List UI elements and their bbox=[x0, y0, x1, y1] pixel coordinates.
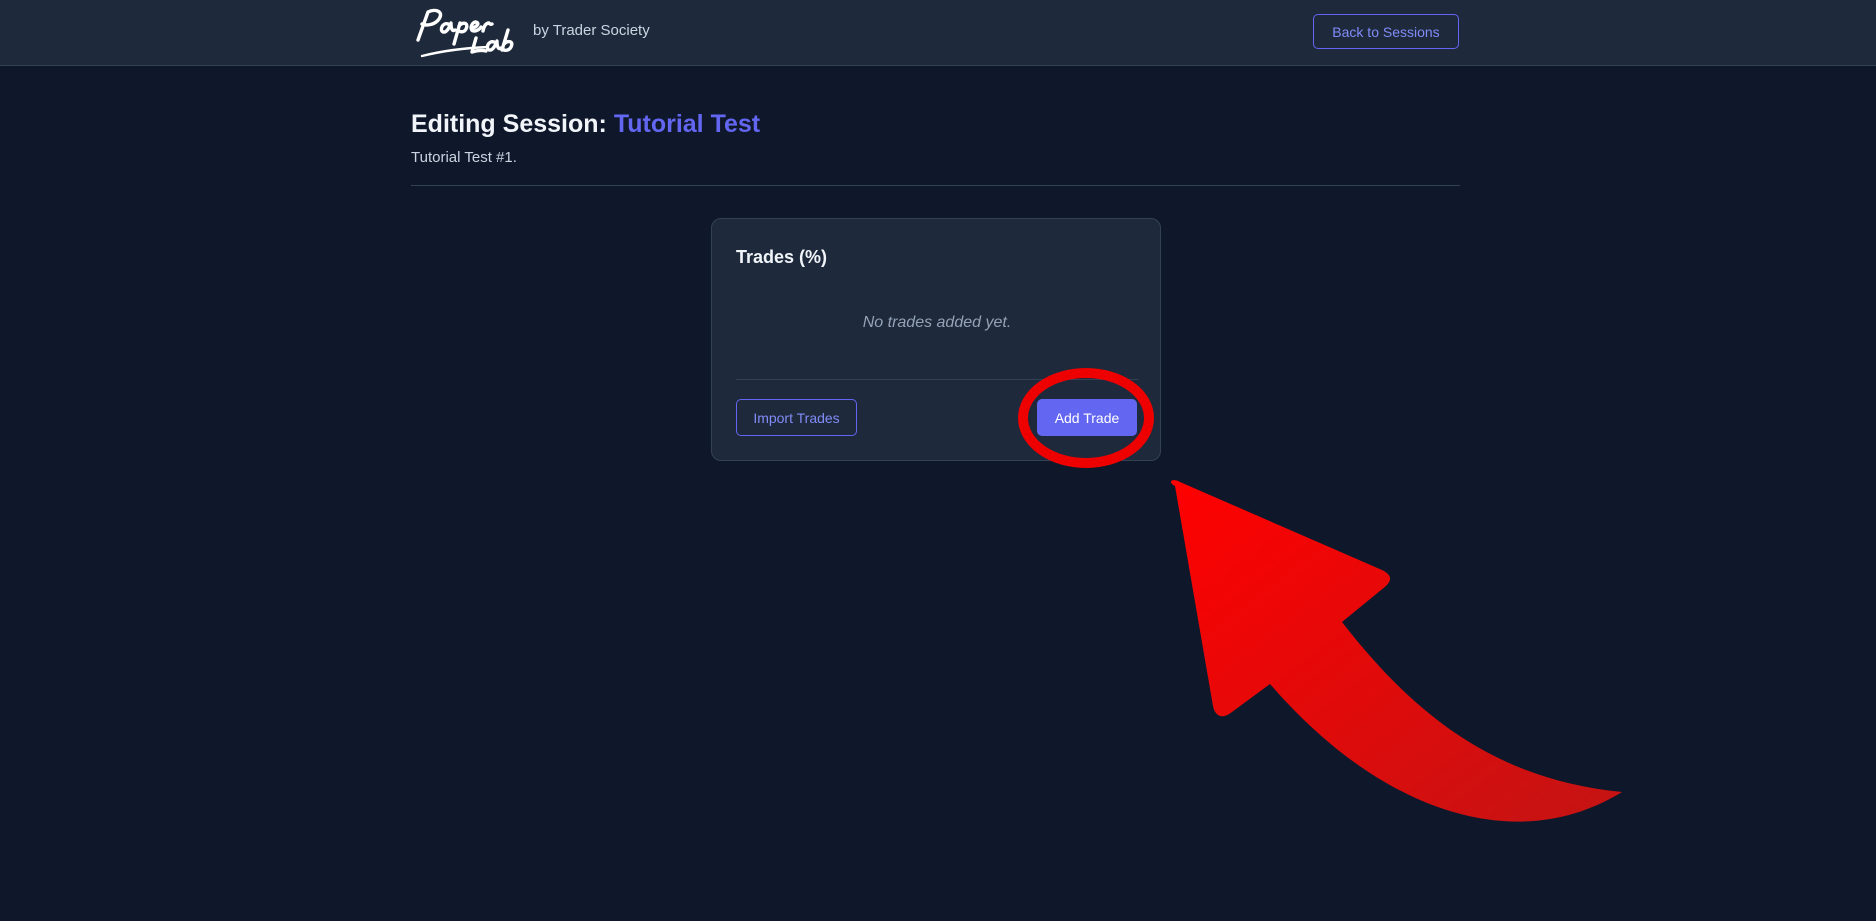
session-description: Tutorial Test #1. bbox=[411, 149, 517, 166]
page-title-prefix: Editing Session: bbox=[411, 110, 607, 138]
paperlab-logo[interactable] bbox=[410, 4, 522, 60]
empty-trades-message: No trades added yet. bbox=[862, 314, 1012, 331]
page-title: Editing Session: Tutorial Test bbox=[411, 108, 760, 140]
trades-card-title: Trades (%) bbox=[736, 247, 828, 267]
back-to-sessions-button[interactable]: Back to Sessions bbox=[1313, 14, 1459, 49]
session-name: Tutorial Test bbox=[613, 110, 761, 138]
brand-byline: by Trader Society bbox=[533, 22, 650, 39]
import-trades-button[interactable]: Import Trades bbox=[736, 399, 857, 436]
top-nav-bar: by Trader Society Back to Sessions bbox=[0, 0, 1876, 66]
trades-card: Trades (%) No trades added yet. Import T… bbox=[711, 218, 1161, 461]
curved-arrow-icon bbox=[1170, 480, 1622, 822]
add-trade-button[interactable]: Add Trade bbox=[1037, 399, 1137, 436]
section-divider bbox=[411, 185, 1460, 186]
card-divider bbox=[736, 379, 1138, 380]
